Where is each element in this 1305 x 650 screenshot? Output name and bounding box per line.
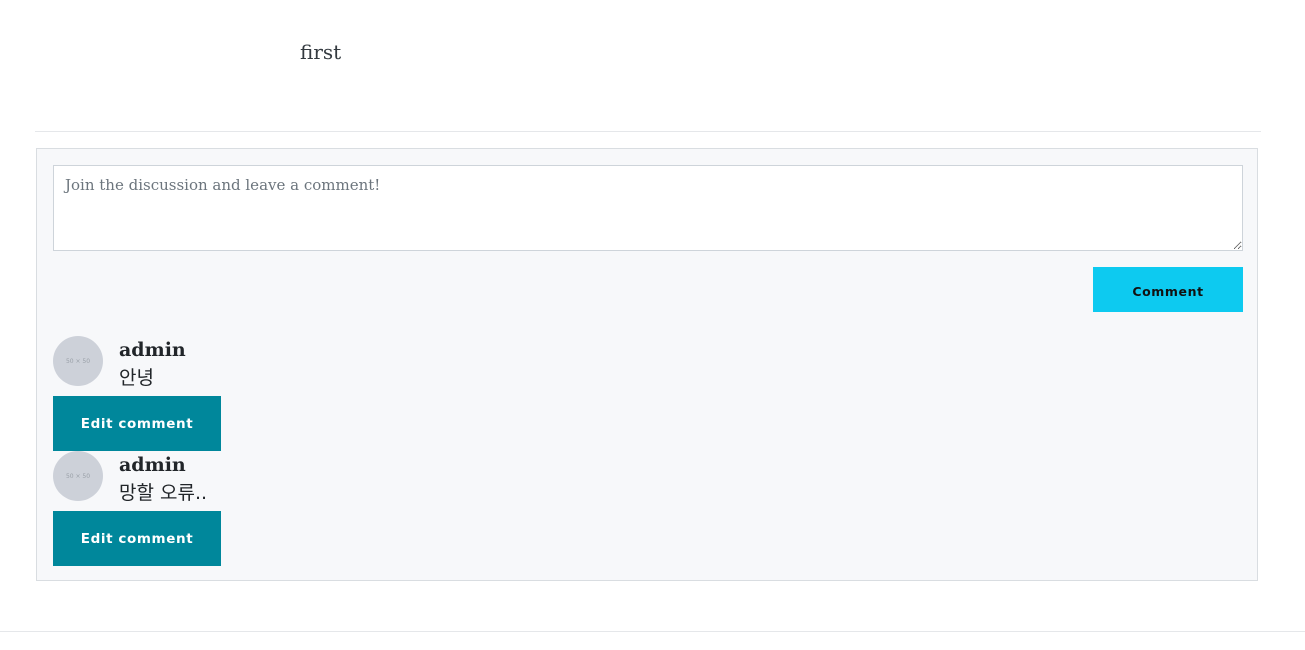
edit-comment-button[interactable]: Edit comment — [53, 396, 221, 451]
comment-author: admin — [119, 339, 186, 361]
comment-text: 안녕 — [119, 367, 154, 389]
comment-author: admin — [119, 454, 186, 476]
post-body-text: first — [300, 40, 342, 64]
comment-item: 50 × 50 admin 망할 오류.. Edit comment — [53, 451, 453, 569]
footer-divider — [0, 631, 1305, 632]
avatar-placeholder-text: 50 × 50 — [65, 357, 91, 365]
comment-input[interactable] — [53, 165, 1243, 251]
post-divider — [35, 131, 1261, 132]
comment-text: 망할 오류.. — [119, 482, 208, 504]
page: first Comment 50 × 50 admin 안녕 Edit comm… — [0, 0, 1305, 650]
avatar: 50 × 50 — [53, 451, 103, 501]
comments-section: Comment 50 × 50 admin 안녕 Edit comment 50… — [36, 148, 1258, 581]
edit-comment-button[interactable]: Edit comment — [53, 511, 221, 566]
submit-comment-button[interactable]: Comment — [1093, 267, 1243, 312]
avatar: 50 × 50 — [53, 336, 103, 386]
avatar-placeholder-text: 50 × 50 — [65, 472, 91, 480]
comment-item: 50 × 50 admin 안녕 Edit comment — [53, 336, 453, 454]
